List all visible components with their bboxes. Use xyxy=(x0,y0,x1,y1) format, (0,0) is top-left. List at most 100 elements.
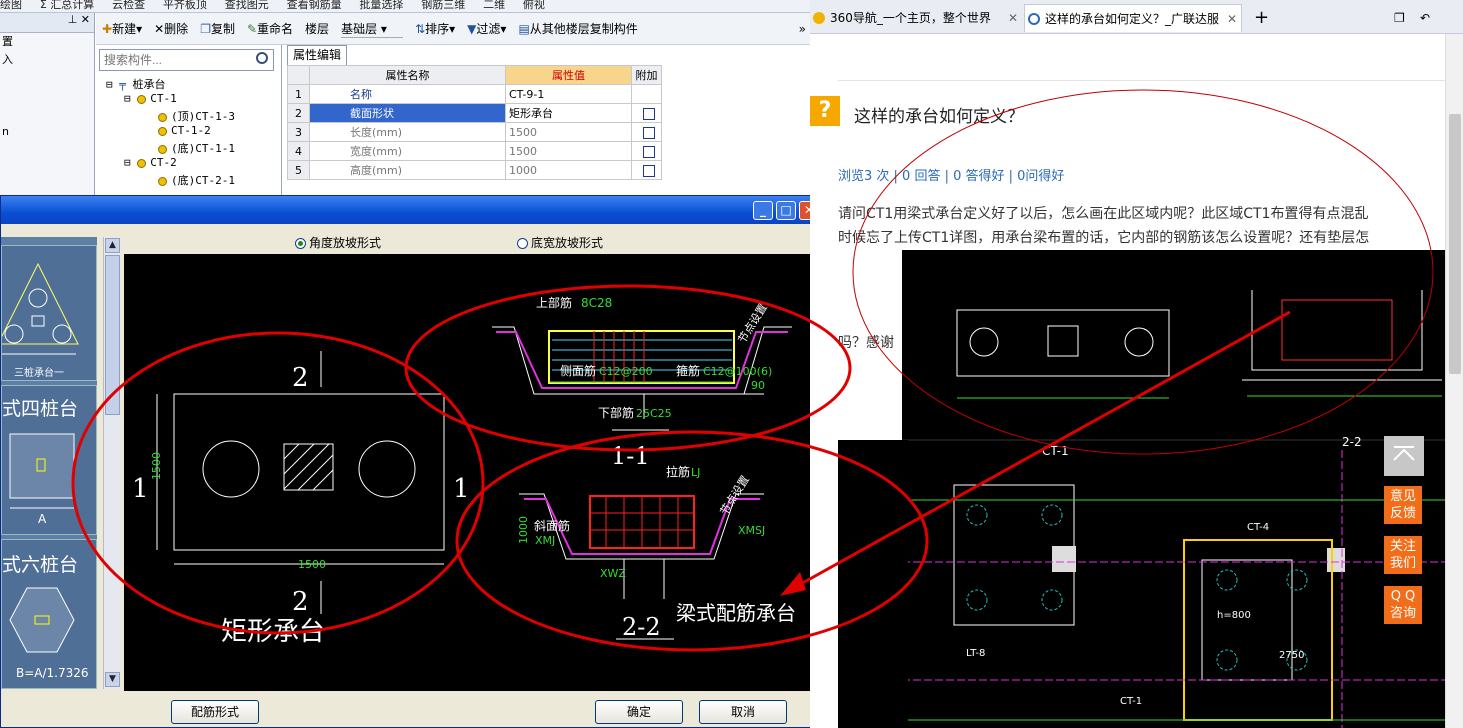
new-tab-button[interactable]: + xyxy=(1248,4,1278,32)
gallery-item-three-pile[interactable]: 三桩承台一 xyxy=(1,245,97,381)
tree-node-ct1-2[interactable]: CT-1-2 xyxy=(158,124,211,137)
tab-question[interactable]: 这样的承台如何定义？_广联达服 ✕ xyxy=(1024,4,1242,32)
table-row[interactable]: 5 高度(mm) 1000 xyxy=(287,160,662,180)
copy-floor-icon: ▤ xyxy=(518,22,530,36)
tree-node-ct1[interactable]: ⊟ CT-1 xyxy=(124,92,177,105)
360-favicon xyxy=(813,12,825,24)
left-nav-strip: ⊥ ✕ 置 入 n xyxy=(0,13,95,198)
slope-bar-label: 斜面筋 xyxy=(534,518,570,533)
gallery-caption: 三桩承台一 xyxy=(14,368,64,379)
row-index: 1 xyxy=(287,84,310,104)
find-element-menu[interactable]: 查找图元 xyxy=(225,0,269,11)
draw-menu[interactable]: 绘图 xyxy=(0,0,22,11)
close-tab-icon[interactable]: ✕ xyxy=(1227,5,1237,32)
undo-close-icon[interactable]: ↶ xyxy=(1416,4,1440,32)
new-button[interactable]: ✚新建▾ xyxy=(102,20,142,37)
prop-extra xyxy=(631,122,662,142)
filter-button[interactable]: ▼过滤▾ xyxy=(467,20,506,37)
tree-node-ct2-1[interactable]: (底)CT-2-1 xyxy=(158,172,235,188)
pile-cap-icon: ╤ xyxy=(119,78,126,91)
copy-from-floor-button[interactable]: ▤从其他楼层复制构件 xyxy=(518,20,637,37)
gallery-item-six-pile[interactable]: 式六桩台 B=A/1.7326 xyxy=(1,539,97,689)
align-top-menu[interactable]: 平齐板顶 xyxy=(163,0,207,11)
scroll-down-arrow[interactable]: ▼ xyxy=(105,672,120,687)
ok-button[interactable]: 确定 xyxy=(595,700,683,724)
table-row[interactable]: 1 名称 CT-9-1 xyxy=(287,84,662,104)
section-mark-1-right: 1 xyxy=(453,474,470,504)
prop-name: 宽度(mm) xyxy=(309,141,506,161)
page-scrollbar[interactable] xyxy=(1445,34,1463,728)
tree-node-label: (底)CT-1-1 xyxy=(171,142,235,155)
close-tab-icon[interactable]: ✕ xyxy=(1008,4,1018,32)
prop-value[interactable]: 1500 xyxy=(505,122,632,142)
tree-node-root[interactable]: ⊟ ╤ 桩承台 xyxy=(106,76,166,92)
toolbar-more-button[interactable]: » xyxy=(799,22,806,36)
dialog-titlebar[interactable]: _ □ ✕ xyxy=(1,196,821,224)
batch-select-menu[interactable]: 批量选择 xyxy=(359,0,403,11)
table-row[interactable]: 2 截面形状 矩形承台 xyxy=(287,103,662,123)
attach-checkbox[interactable] xyxy=(643,164,655,177)
restore-tabs-icon[interactable]: ❐ xyxy=(1390,4,1414,32)
attach-checkbox[interactable] xyxy=(643,126,655,139)
view-top-select[interactable]: 俯视 xyxy=(523,0,545,11)
stirrup-value: C12@100(6) xyxy=(703,365,772,378)
maximize-button[interactable]: □ xyxy=(776,201,796,220)
prop-value[interactable]: 矩形承台 xyxy=(505,103,632,123)
page-scroll-thumb[interactable] xyxy=(1449,114,1461,374)
minimize-button[interactable]: _ xyxy=(753,201,773,220)
left-nav-item[interactable]: n xyxy=(0,123,94,141)
left-nav-item[interactable]: 置 xyxy=(0,33,94,51)
copy-button[interactable]: ❐复制 xyxy=(200,20,235,37)
prop-name: 高度(mm) xyxy=(309,160,506,180)
floor-select[interactable]: 基础层 ▾ xyxy=(341,20,404,38)
search-icon[interactable] xyxy=(256,52,268,64)
table-row[interactable]: 4 宽度(mm) 1500 xyxy=(287,141,662,161)
rename-button[interactable]: ✎重命名 xyxy=(247,20,293,37)
feedback-button[interactable]: 意见 反馈 xyxy=(1384,486,1422,524)
follow-us-button[interactable]: 关注 我们 xyxy=(1384,536,1422,574)
delete-button[interactable]: ✕删除 xyxy=(154,20,188,37)
dim-height-1000: 1000 xyxy=(517,516,530,544)
search-component-input[interactable] xyxy=(99,49,274,71)
left-nav-item[interactable] xyxy=(0,105,94,123)
left-nav-item[interactable] xyxy=(0,87,94,105)
tab-360-nav[interactable]: 360导航_一个主页，整个世界 ✕ xyxy=(810,4,1022,32)
attached-cad-image-left[interactable] xyxy=(838,440,908,728)
cloud-check-menu[interactable]: 云检查 xyxy=(112,0,145,11)
question-stats[interactable]: 浏览3 次 | 0 回答 | 0 答得好 | 0问得好 xyxy=(838,165,1064,184)
rebar-3d-menu[interactable]: 钢筋三维 xyxy=(421,0,465,11)
table-row[interactable]: 3 长度(mm) 1500 xyxy=(287,122,662,142)
tree-node-ct1-1[interactable]: (底)CT-1-1 xyxy=(158,140,235,156)
left-nav-item[interactable]: 入 xyxy=(0,51,94,69)
panel-pin-close[interactable]: ⊥ ✕ xyxy=(0,13,94,33)
prop-value[interactable]: 1000 xyxy=(505,160,632,180)
gallery-item-four-pile[interactable]: 式四桩台 A xyxy=(1,385,97,535)
attach-checkbox[interactable] xyxy=(643,107,655,120)
scroll-thumb[interactable] xyxy=(105,255,120,415)
tree-node-ct2[interactable]: ⊟ CT-2 xyxy=(124,156,177,169)
cancel-button[interactable]: 取消 xyxy=(699,700,787,724)
col-value-header: 属性值 xyxy=(505,65,632,85)
copy-icon: ❐ xyxy=(200,22,211,36)
left-nav-item[interactable] xyxy=(0,69,94,87)
attached-cad-image[interactable]: CT-1 2-2 h=800 CT-4 LT-8 2750 CT-1 xyxy=(902,250,1445,728)
qq-consult-button[interactable]: Q Q 咨询 xyxy=(1384,586,1422,624)
rebar-config-button[interactable]: 配筋形式 xyxy=(171,700,259,724)
gallery-scrollbar[interactable]: ▲ ▼ xyxy=(103,237,120,689)
prop-value[interactable]: 1500 xyxy=(505,141,632,161)
prop-value[interactable]: CT-9-1 xyxy=(505,84,632,104)
tab-property-edit[interactable]: 属性编辑 xyxy=(287,45,347,65)
tie-bar-label: 拉筋 xyxy=(666,464,690,479)
attach-checkbox[interactable] xyxy=(643,145,655,158)
section-mark-2-bottom: 2 xyxy=(292,587,309,617)
sort-button[interactable]: ⇅排序▾ xyxy=(415,20,455,37)
summary-calc-menu[interactable]: Σ 汇总计算 xyxy=(40,0,94,11)
scroll-up-arrow[interactable]: ▲ xyxy=(105,238,120,253)
view-2d-select[interactable]: 二维 xyxy=(483,0,505,11)
back-to-top-button[interactable] xyxy=(1384,436,1424,476)
tree-node-ct1-3[interactable]: (顶)CT-1-3 xyxy=(158,108,235,124)
view-rebar-menu[interactable]: 查看钢筋量 xyxy=(287,0,342,11)
angle-slope-radio[interactable]: 角度放坡形式 xyxy=(295,234,381,251)
width-slope-radio[interactable]: 底宽放坡形式 xyxy=(517,234,603,251)
question-body: 请问CT1用梁式承台定义好了以后，怎么画在此区域内呢？此区域CT1布置得有点混乱… xyxy=(838,202,1445,250)
